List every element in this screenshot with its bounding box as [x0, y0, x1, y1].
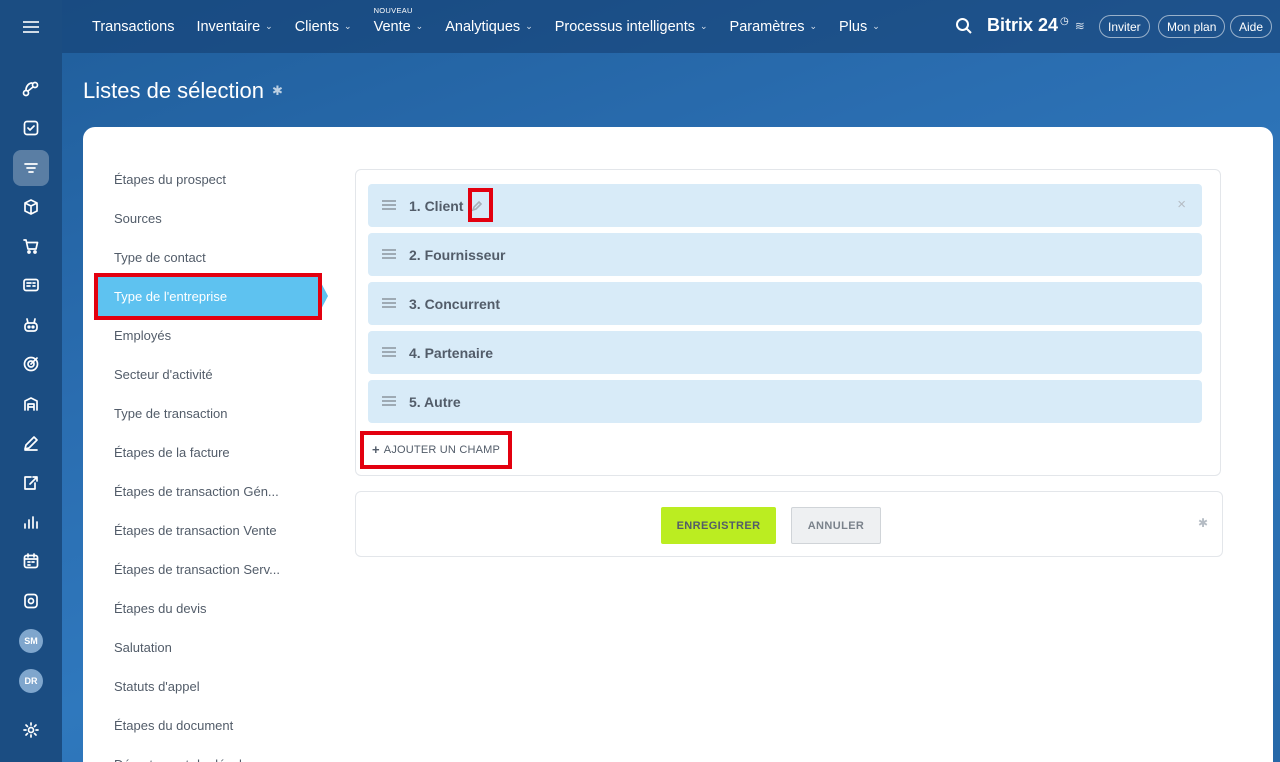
pin-icon[interactable]: ✱ — [272, 83, 283, 99]
list-row[interactable]: 5. Autre — [368, 380, 1202, 423]
bar-chart-icon[interactable] — [13, 504, 49, 540]
nav-vente[interactable]: NOUVEAU Vente ⌄ — [373, 6, 424, 35]
nav-inventaire[interactable]: Inventaire ⌄ — [196, 19, 272, 35]
cart-icon[interactable] — [13, 228, 49, 264]
drag-handle-icon[interactable] — [382, 393, 396, 411]
edit-pencil-icon[interactable] — [471, 199, 485, 213]
pen-icon[interactable] — [13, 425, 49, 461]
new-badge: NOUVEAU — [373, 5, 413, 15]
top-navigation-bar: Transactions Inventaire ⌄ Clients ⌄ NOUVEA… — [62, 0, 1280, 53]
settings-gear-icon[interactable] — [13, 712, 49, 748]
add-field-label: AJOUTER UN CHAMP — [383, 443, 501, 456]
drag-handle-icon[interactable] — [382, 295, 396, 313]
nav-label: Paramètres — [729, 18, 805, 35]
chevron-down-icon: ⌄ — [415, 21, 424, 31]
page-title-text: Listes de sélection — [83, 78, 264, 103]
cancel-button[interactable]: ANNULER — [791, 507, 881, 544]
chevron-down-icon: ⌄ — [525, 21, 533, 31]
sidebar-item[interactable]: Type de transaction — [114, 394, 227, 433]
chevron-down-icon: ⌄ — [699, 21, 708, 31]
nav-label: Analytiques — [445, 18, 521, 35]
sidebar-item[interactable]: Étapes de la facture — [114, 433, 230, 472]
chevron-down-icon: ⌄ — [872, 21, 880, 31]
main-nav: Transactions Inventaire ⌄ Clients ⌄ NOUVEA… — [92, 0, 902, 53]
list-row[interactable]: 1. Client × — [368, 184, 1202, 227]
pin-icon[interactable]: ✱ — [1198, 516, 1208, 530]
robot-icon[interactable] — [13, 307, 49, 343]
list-row[interactable]: 4. Partenaire — [368, 331, 1202, 374]
brand-name: Bitrix 24 — [987, 15, 1059, 35]
nav-label: Plus — [839, 18, 868, 35]
row-label: 2. Fournisseur — [409, 246, 506, 263]
list-row[interactable]: 2. Fournisseur — [368, 233, 1202, 276]
nav-transactions[interactable]: Transactions — [92, 19, 174, 35]
tune-icon[interactable]: ≋ — [1075, 19, 1085, 33]
sidebar-item[interactable]: Statuts d'appel — [114, 667, 200, 706]
contact-card-icon[interactable] — [13, 267, 49, 303]
nav-parametres[interactable]: Paramètres ⌄ — [730, 19, 818, 35]
target-icon[interactable] — [13, 346, 49, 382]
form-footer: ENREGISTRER ANNULER ✱ — [355, 491, 1223, 557]
invite-button[interactable]: Inviter — [1099, 15, 1150, 38]
nav-label: Inventaire — [196, 18, 261, 35]
page-title: Listes de sélection ✱ — [83, 78, 283, 104]
sidebar-item[interactable]: Salutation — [114, 628, 172, 667]
nav-plus[interactable]: Plus ⌄ — [839, 19, 880, 35]
sidebar-item[interactable]: Type de contact — [114, 238, 206, 277]
feed-icon[interactable] — [13, 71, 49, 107]
sidebar-item[interactable]: Étapes de transaction Vente — [114, 511, 277, 550]
my-plan-button[interactable]: Mon plan — [1158, 15, 1226, 38]
clock-icon: ◷ — [1060, 16, 1069, 27]
nav-label: Vente — [373, 18, 411, 35]
sidebar-item[interactable]: Étapes de transaction Serv... — [114, 550, 280, 589]
nav-label: Processus intelligents — [554, 18, 695, 35]
row-label: 5. Autre — [409, 393, 461, 410]
drag-handle-icon[interactable] — [382, 344, 396, 362]
row-label: 1. Client — [409, 197, 464, 214]
chevron-down-icon: ⌄ — [265, 21, 273, 31]
box-icon[interactable] — [13, 189, 49, 225]
sidebar-item[interactable]: Étapes du prospect — [114, 160, 226, 199]
help-button[interactable]: Aide — [1230, 15, 1273, 38]
sidebar-item[interactable]: Sources — [114, 199, 162, 238]
main-card: Étapes du prospect Sources Type de contact… — [83, 127, 1273, 762]
nav-processus[interactable]: Processus intelligents ⌄ — [555, 19, 708, 35]
sidebar-item[interactable]: Secteur d'activité — [114, 355, 213, 394]
plus-icon: + — [372, 442, 380, 457]
sidebar-item[interactable]: Département de développ... — [114, 745, 274, 762]
drag-handle-icon[interactable] — [382, 246, 396, 264]
sidebar-item[interactable]: Type de l'entreprise — [98, 277, 328, 316]
nav-analytiques[interactable]: Analytiques ⌄ — [445, 19, 533, 35]
chevron-down-icon: ⌄ — [809, 21, 818, 31]
close-icon[interactable]: × — [1177, 196, 1186, 213]
nav-clients[interactable]: Clients ⌄ — [295, 19, 352, 35]
avatar-sm[interactable]: SM — [19, 629, 43, 653]
document-edit-icon[interactable] — [13, 465, 49, 501]
search-icon[interactable] — [955, 17, 973, 35]
crm-filter-icon[interactable] — [13, 150, 49, 186]
row-label: 3. Concurrent — [409, 295, 501, 312]
store-icon[interactable] — [13, 386, 49, 422]
left-rail: SM DR — [0, 0, 62, 762]
sidebar-item[interactable]: Employés — [114, 316, 171, 355]
values-panel: 1. Client × 2. Fournisseur 3. Concurrent 4. … — [355, 169, 1221, 476]
add-field-button[interactable]: + AJOUTER UN CHAMP — [372, 442, 500, 457]
nav-label: Clients — [294, 18, 340, 35]
disk-icon[interactable] — [13, 583, 49, 619]
tasks-icon[interactable] — [13, 110, 49, 146]
drag-handle-icon[interactable] — [382, 197, 396, 215]
calendar-icon[interactable] — [13, 543, 49, 579]
save-button[interactable]: ENREGISTRER — [661, 507, 776, 544]
menu-icon[interactable] — [0, 0, 62, 53]
chevron-down-icon: ⌄ — [344, 21, 352, 31]
nav-label: Transactions — [92, 18, 175, 35]
sidebar-item[interactable]: Étapes du devis — [114, 589, 207, 628]
sidebar-item[interactable]: Étapes de transaction Gén... — [114, 472, 279, 511]
sidebar-item[interactable]: Étapes du document — [114, 706, 233, 745]
brand-logo[interactable]: Bitrix 24 ◷ ≋ — [987, 15, 1085, 36]
avatar-dr[interactable]: DR — [19, 669, 43, 693]
list-row[interactable]: 3. Concurrent — [368, 282, 1202, 325]
row-label: 4. Partenaire — [409, 344, 494, 361]
